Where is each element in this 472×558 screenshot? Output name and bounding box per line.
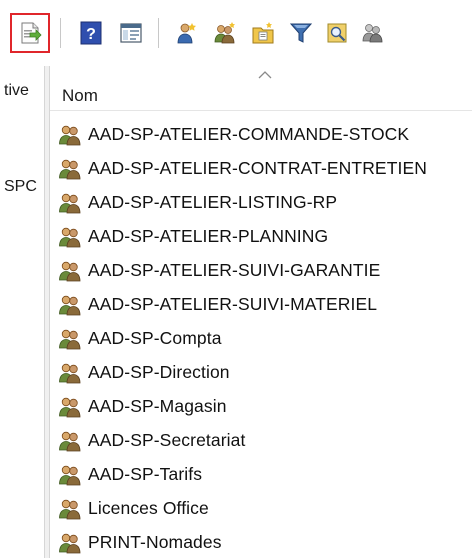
list-item[interactable]: AAD-SP-Magasin xyxy=(50,390,472,424)
list-item-label: AAD-SP-Direction xyxy=(88,362,230,382)
tree-pane: tive SPC xyxy=(0,66,44,558)
console-view-icon xyxy=(120,23,142,43)
list-item[interactable]: AAD-SP-ATELIER-SUIVI-GARANTIE xyxy=(50,254,472,288)
list-item[interactable]: AAD-SP-Tarifs xyxy=(50,458,472,492)
add-to-group-icon xyxy=(362,24,383,43)
help-icon: ? xyxy=(80,21,102,45)
list-item-label: AAD-SP-ATELIER-LISTING-RP xyxy=(88,192,338,212)
group-icon xyxy=(59,261,81,282)
toolbar-separator xyxy=(60,18,61,48)
list-item[interactable]: AAD-SP-ATELIER-CONTRAT-ENTRETIEN xyxy=(50,152,472,186)
list-item-label: AAD-SP-Magasin xyxy=(88,396,227,416)
list-item-label: AAD-SP-Tarifs xyxy=(88,464,203,484)
list-item-label: Licences Office xyxy=(88,498,209,518)
list-item[interactable]: AAD-SP-ATELIER-PLANNING xyxy=(50,220,472,254)
group-icon xyxy=(59,363,81,384)
list-item-label: AAD-SP-ATELIER-SUIVI-MATERIEL xyxy=(88,294,378,314)
group-icon xyxy=(59,193,81,214)
group-icon xyxy=(59,227,81,248)
new-ou-icon xyxy=(252,22,274,44)
new-user-button[interactable] xyxy=(172,18,202,48)
list-item-label: PRINT-Nomades xyxy=(88,532,222,552)
find-icon xyxy=(327,23,347,43)
svg-text:?: ? xyxy=(86,26,96,43)
group-list: AAD-SP-ATELIER-COMMANDE-STOCK AAD-SP-ATE… xyxy=(50,118,472,558)
group-icon xyxy=(59,397,81,418)
export-list-button[interactable] xyxy=(10,13,50,53)
group-icon xyxy=(59,465,81,486)
group-icon xyxy=(59,533,81,554)
add-to-group-button[interactable] xyxy=(358,18,388,48)
group-icon xyxy=(59,159,81,180)
console-view-button[interactable] xyxy=(116,18,146,48)
group-icon xyxy=(59,125,81,146)
list-item[interactable]: AAD-SP-Secretariat xyxy=(50,424,472,458)
sort-ascending-icon xyxy=(258,71,272,79)
filter-icon xyxy=(289,23,313,43)
list-view: Nom AAD-SP-ATELIER-COMMANDE-STOCK AAD-SP… xyxy=(50,66,472,558)
new-group-button[interactable] xyxy=(210,18,240,48)
tree-item-fragment[interactable]: SPC xyxy=(4,178,37,196)
tree-item-fragment[interactable]: tive xyxy=(4,82,29,100)
list-item[interactable]: PRINT-Nomades xyxy=(50,526,472,558)
toolbar-separator xyxy=(158,18,159,48)
help-button[interactable]: ? xyxy=(76,18,106,48)
group-icon xyxy=(59,329,81,350)
export-list-icon xyxy=(21,22,42,44)
list-item-label: AAD-SP-ATELIER-PLANNING xyxy=(88,226,329,246)
toolbar: ? xyxy=(0,0,472,67)
list-item[interactable]: AAD-SP-Direction xyxy=(50,356,472,390)
list-item[interactable]: AAD-SP-ATELIER-COMMANDE-STOCK xyxy=(50,118,472,152)
list-item-label: AAD-SP-ATELIER-SUIVI-GARANTIE xyxy=(88,260,381,280)
list-item-label: AAD-SP-ATELIER-CONTRAT-ENTRETIEN xyxy=(88,158,427,178)
new-ou-button[interactable] xyxy=(248,18,278,48)
group-icon xyxy=(59,295,81,316)
list-item[interactable]: AAD-SP-Compta xyxy=(50,322,472,356)
list-item[interactable]: AAD-SP-ATELIER-SUIVI-MATERIEL xyxy=(50,288,472,322)
aduc-window: ? tive SPC Nom AAD-SP-ATELIER-COMMANDE-S… xyxy=(0,0,472,558)
list-item-label: AAD-SP-ATELIER-COMMANDE-STOCK xyxy=(88,124,410,144)
list-item[interactable]: AAD-SP-ATELIER-LISTING-RP xyxy=(50,186,472,220)
group-icon xyxy=(59,431,81,452)
column-header-name[interactable]: Nom xyxy=(50,66,472,111)
column-header-label: Nom xyxy=(62,86,98,105)
list-item-label: AAD-SP-Compta xyxy=(88,328,222,348)
new-group-icon xyxy=(214,22,235,44)
filter-button[interactable] xyxy=(286,18,316,48)
list-item-label: AAD-SP-Secretariat xyxy=(88,430,246,450)
group-icon xyxy=(59,499,81,520)
new-user-icon xyxy=(177,23,196,44)
find-button[interactable] xyxy=(322,18,352,48)
list-item[interactable]: Licences Office xyxy=(50,492,472,526)
